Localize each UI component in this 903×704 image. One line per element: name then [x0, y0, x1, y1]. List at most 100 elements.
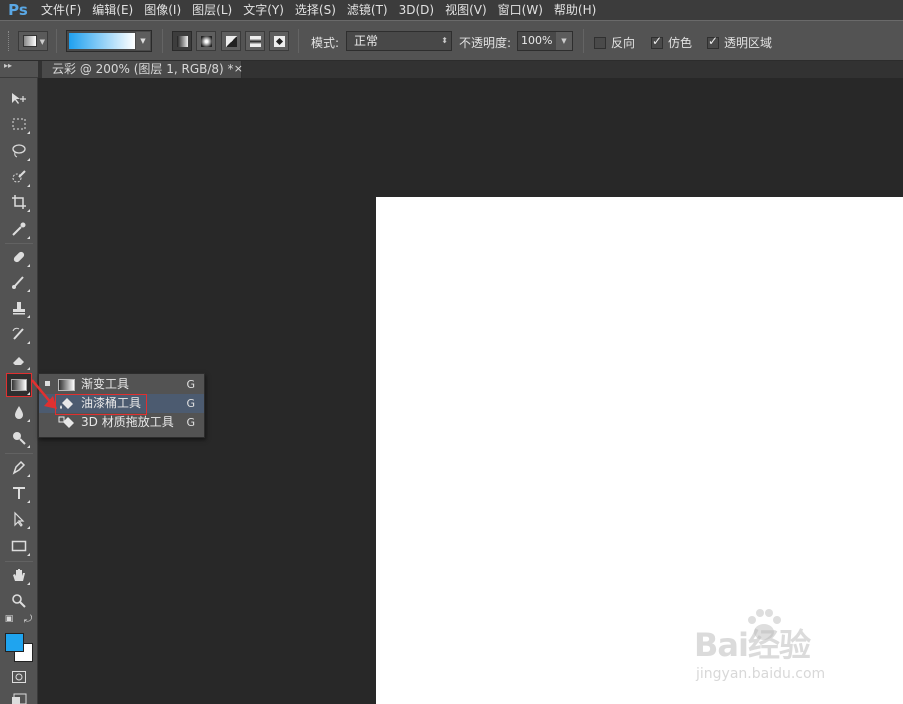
- transparency-label: 透明区域: [724, 36, 773, 50]
- stamp-icon: [13, 302, 25, 315]
- chevron-down-icon[interactable]: ▼: [136, 32, 150, 50]
- mode-label: 模式:: [311, 36, 340, 50]
- flyout-item-shortcut: G: [186, 378, 195, 391]
- swap-colors-icon[interactable]: ⤾: [22, 613, 34, 625]
- collapse-panel-icon[interactable]: ▸▸: [4, 61, 12, 70]
- divider: [56, 29, 57, 53]
- eyedropper-tool[interactable]: [7, 218, 31, 240]
- options-bar-grip[interactable]: [8, 31, 11, 51]
- transparency-checkbox[interactable]: 透明区域: [707, 34, 772, 51]
- path-selection-tool[interactable]: [7, 508, 31, 530]
- lasso-tool[interactable]: [7, 140, 31, 162]
- move-icon: [12, 93, 26, 104]
- linear-gradient-button[interactable]: [172, 31, 192, 51]
- options-bar: ▼ ▼ 模式: 正常 ⬍ 不透明度: 100% ▼ 反向 仿色: [0, 20, 903, 61]
- dodge-icon: [13, 432, 26, 445]
- history-brush-icon: [12, 327, 24, 340]
- reflected-gradient-button[interactable]: [245, 31, 265, 51]
- brush-tool[interactable]: [7, 271, 31, 293]
- blur-drop-icon: [15, 406, 23, 419]
- eraser-icon: [13, 357, 24, 365]
- bandage-icon: [13, 251, 25, 263]
- brush-icon: [12, 276, 24, 289]
- healing-brush-tool[interactable]: [7, 246, 31, 268]
- radial-gradient-button[interactable]: [196, 31, 216, 51]
- menu-view[interactable]: 视图(V): [440, 0, 493, 20]
- diamond-gradient-button[interactable]: [269, 31, 289, 51]
- menu-window[interactable]: 窗口(W): [493, 0, 549, 20]
- menu-edit[interactable]: 编辑(E): [87, 0, 139, 20]
- photoshop-logo: Ps: [8, 1, 28, 19]
- pen-tool[interactable]: [7, 456, 31, 478]
- menu-type[interactable]: 文字(Y): [238, 0, 290, 20]
- eraser-tool[interactable]: [7, 349, 31, 371]
- linear-gradient-icon: [177, 36, 188, 47]
- default-colors-icon[interactable]: ▣: [3, 613, 15, 625]
- flyout-item-shortcut: G: [186, 416, 195, 429]
- document-tab[interactable]: 云彩 @ 200% (图层 1, RGB/8) * ×: [42, 61, 243, 78]
- toolbar-header[interactable]: ▸▸: [0, 61, 38, 78]
- gradient-icon: [11, 379, 27, 391]
- reflected-gradient-icon: [250, 36, 261, 47]
- chevron-down-icon[interactable]: ▼: [556, 32, 572, 50]
- dither-checkbox[interactable]: 仿色: [651, 34, 692, 51]
- gradient-preview[interactable]: [69, 33, 135, 49]
- flyout-item-3d-material-drop[interactable]: 3D 材质拖放工具 G: [39, 413, 204, 432]
- flyout-item-shortcut: G: [186, 397, 195, 410]
- angle-gradient-icon: [226, 36, 237, 47]
- zoom-tool[interactable]: [7, 590, 31, 612]
- tool-preset-picker[interactable]: ▼: [18, 31, 48, 51]
- type-tool[interactable]: [7, 482, 31, 504]
- foreground-color-swatch[interactable]: [5, 633, 24, 652]
- annotation-arrow-icon: [31, 379, 57, 409]
- hand-icon: [13, 569, 25, 581]
- 3d-material-drop-icon: [58, 416, 74, 428]
- type-icon: [13, 487, 25, 499]
- quick-selection-icon: [12, 170, 26, 183]
- transparency-checkbox-box[interactable]: [707, 34, 719, 49]
- quick-mask-button[interactable]: [7, 666, 31, 688]
- watermark-text: Bai经验: [694, 626, 811, 664]
- dither-label: 仿色: [668, 36, 693, 50]
- marquee-tool[interactable]: [7, 113, 31, 135]
- reverse-checkbox[interactable]: 反向: [594, 34, 635, 51]
- annotation-highlight-box: [55, 394, 147, 415]
- menu-3d[interactable]: 3D(D): [394, 0, 440, 20]
- opacity-value[interactable]: 100%: [521, 34, 552, 47]
- baidu-watermark: Bai经验 jingyan.baidu.com: [690, 606, 860, 692]
- menu-select[interactable]: 选择(S): [290, 0, 342, 20]
- divider: [583, 29, 584, 53]
- crop-tool[interactable]: [7, 191, 31, 213]
- flyout-item-gradient[interactable]: 渐变工具 G: [39, 375, 204, 394]
- dodge-tool[interactable]: [7, 427, 31, 449]
- menu-help[interactable]: 帮助(H): [549, 0, 602, 20]
- close-icon[interactable]: ×: [234, 61, 243, 77]
- divider: [5, 561, 33, 562]
- angle-gradient-button[interactable]: [221, 31, 241, 51]
- mode-select[interactable]: 正常 ⬍: [346, 31, 452, 51]
- dither-checkbox-box[interactable]: [651, 34, 663, 49]
- chevron-down-icon: ▼: [39, 38, 45, 46]
- menu-file[interactable]: 文件(F): [36, 0, 87, 20]
- rectangle-icon: [11, 540, 27, 552]
- flyout-item-label: 3D 材质拖放工具: [81, 415, 174, 429]
- opacity-label: 不透明度:: [459, 36, 512, 50]
- watermark-url: jingyan.baidu.com: [696, 666, 826, 682]
- menu-filter[interactable]: 滤镜(T): [342, 0, 394, 20]
- spinner-arrows-icon: ⬍: [441, 36, 448, 45]
- clone-stamp-tool[interactable]: [7, 297, 31, 319]
- move-tool[interactable]: [7, 87, 31, 109]
- rectangle-tool[interactable]: [7, 535, 31, 557]
- gradient-picker[interactable]: ▼: [66, 30, 152, 52]
- history-brush-tool[interactable]: [7, 323, 31, 345]
- screen-mode-button[interactable]: [7, 688, 31, 704]
- hand-tool[interactable]: [7, 564, 31, 586]
- divider: [298, 29, 299, 53]
- quick-selection-tool[interactable]: [7, 166, 31, 188]
- pen-icon: [12, 460, 26, 475]
- menu-image[interactable]: 图像(I): [139, 0, 187, 20]
- reverse-checkbox-box[interactable]: [594, 36, 606, 49]
- menu-layer[interactable]: 图层(L): [187, 0, 238, 20]
- opacity-field[interactable]: 100% ▼: [517, 31, 573, 51]
- eyedropper-icon: [12, 222, 26, 236]
